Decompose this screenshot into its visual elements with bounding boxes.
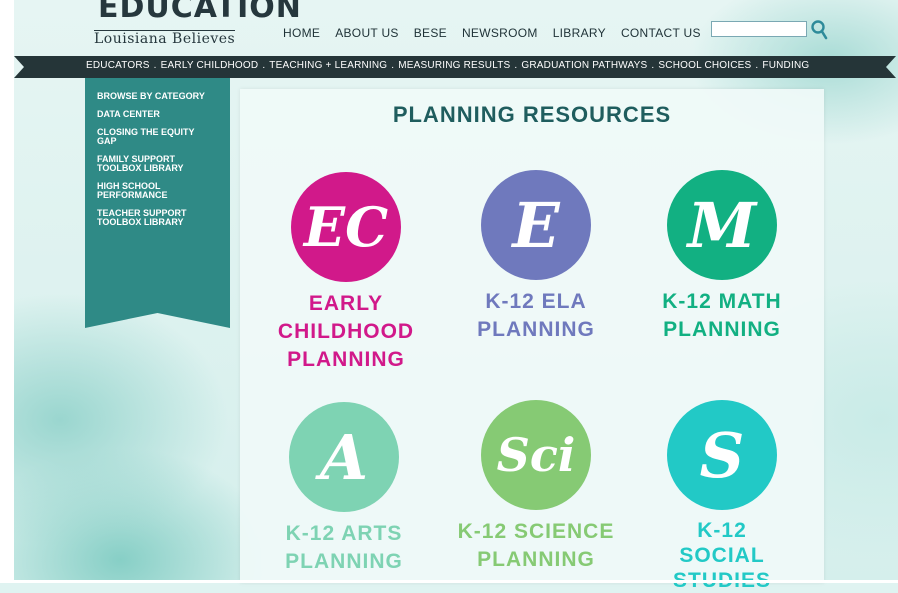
logo-wordmark: EDUCATION <box>98 0 302 25</box>
sidebar-item-closing-equity-gap[interactable]: CLOSING THE EQUITY GAP <box>97 128 207 146</box>
ribbon-separator: . <box>262 60 266 71</box>
math-icon: M <box>667 170 777 280</box>
arts-icon: A <box>289 402 399 512</box>
page-left-edge <box>0 0 14 583</box>
resource-label: K-12 SCIENCE PLANNING <box>457 520 615 571</box>
early-childhood-icon: EC <box>291 172 401 282</box>
nav-home[interactable]: HOME <box>283 26 320 42</box>
resource-abbr: S <box>699 418 745 492</box>
resource-label: K-12 MATH PLANNING <box>662 290 782 341</box>
social-studies-icon: S <box>667 400 777 510</box>
ribbon-separator: . <box>514 60 518 71</box>
search-input[interactable] <box>711 21 807 37</box>
ribbon-item-school-choices[interactable]: SCHOOL CHOICES <box>658 60 751 71</box>
resource-arts[interactable]: A K-12 ARTS PLANNING <box>259 402 429 576</box>
resource-abbr: A <box>319 420 369 494</box>
ribbon-item-graduation-pathways[interactable]: GRADUATION PATHWAYS <box>521 60 647 71</box>
nav-contact-us[interactable]: CONTACT US <box>621 26 701 42</box>
nav-bese[interactable]: BESE <box>414 26 447 42</box>
top-navigation: HOME ABOUT US BESE NEWSROOM LIBRARY CONT… <box>283 26 701 42</box>
logo-tagline: Louisiana Believes <box>94 30 236 47</box>
sidebar-menu: BROWSE BY CATEGORY DATA CENTER CLOSING T… <box>97 92 222 236</box>
search-button[interactable] <box>810 19 830 41</box>
ribbon-separator: . <box>153 60 157 71</box>
resource-early-childhood[interactable]: EC EARLY CHILDHOOD PLANNING <box>261 172 431 374</box>
resource-label: K-12 ELA PLANNING <box>477 290 595 341</box>
ela-icon: E <box>481 170 591 280</box>
resource-abbr: E <box>512 188 560 262</box>
sidebar-item-browse-by-category[interactable]: BROWSE BY CATEGORY <box>97 92 222 101</box>
search-icon <box>811 20 828 40</box>
resource-abbr: Sci <box>496 428 576 482</box>
resource-science[interactable]: Sci K-12 SCIENCE PLANNING <box>451 400 621 574</box>
ribbon-item-early-childhood[interactable]: EARLY CHILDHOOD <box>161 60 259 71</box>
ribbon-separator: . <box>651 60 655 71</box>
resource-abbr: M <box>687 188 757 262</box>
sidebar-item-family-support[interactable]: FAMILY SUPPORT TOOLBOX LIBRARY <box>97 155 197 173</box>
nav-library[interactable]: LIBRARY <box>553 26 606 42</box>
page-title: PLANNING RESOURCES <box>392 102 672 127</box>
resource-abbr: EC <box>303 195 389 259</box>
nav-newsroom[interactable]: NEWSROOM <box>462 26 538 42</box>
resource-ela[interactable]: E K-12 ELA PLANNING <box>451 170 621 344</box>
resource-math[interactable]: M K-12 MATH PLANNING <box>637 170 807 344</box>
site-logo[interactable]: EDUCATION Louisiana Believes <box>88 0 301 48</box>
science-icon: Sci <box>481 400 591 510</box>
resource-label: K-12 ARTS PLANNING <box>285 522 403 573</box>
ribbon-item-measuring-results[interactable]: MEASURING RESULTS <box>398 60 510 71</box>
nav-about-us[interactable]: ABOUT US <box>335 26 399 42</box>
ribbon-separator: . <box>755 60 759 71</box>
sidebar-item-high-school-performance[interactable]: HIGH SCHOOL PERFORMANCE <box>97 182 177 200</box>
ribbon-separator: . <box>391 60 395 71</box>
sidebar-item-teacher-support[interactable]: TEACHER SUPPORT TOOLBOX LIBRARY <box>97 209 197 227</box>
resource-social-studies[interactable]: S K-12 SOCIAL STUDIES <box>637 400 807 593</box>
resource-label: EARLY CHILDHOOD PLANNING <box>277 292 415 371</box>
ribbon-item-educators[interactable]: EDUCATORS <box>86 60 150 71</box>
sidebar-item-data-center[interactable]: DATA CENTER <box>97 110 222 119</box>
ribbon-item-teaching-learning[interactable]: TEACHING + LEARNING <box>269 60 387 71</box>
category-menu: EDUCATORS. EARLY CHILDHOOD. TEACHING + L… <box>86 60 809 71</box>
ribbon-item-funding[interactable]: FUNDING <box>762 60 809 71</box>
